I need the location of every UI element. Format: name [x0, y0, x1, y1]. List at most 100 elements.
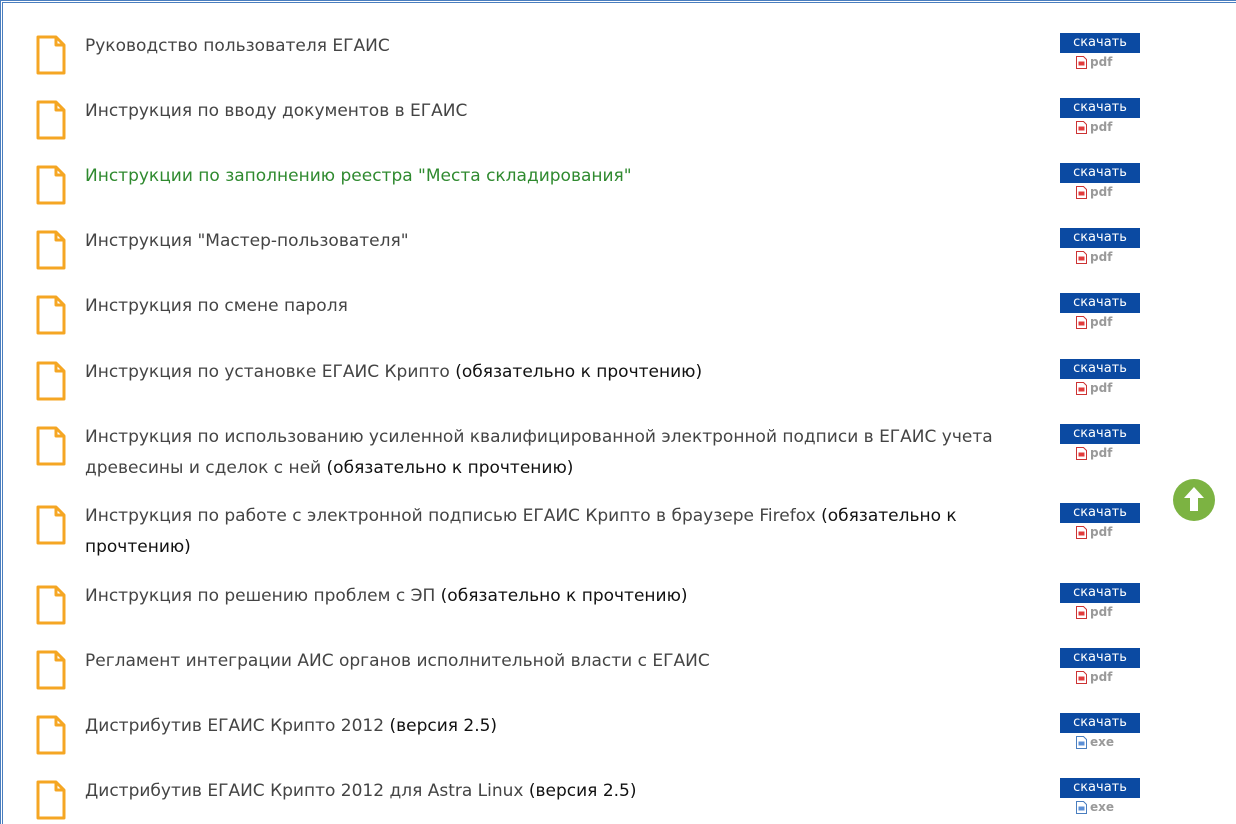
- download-block: скачать exe: [1060, 713, 1140, 750]
- list-item: Инструкция по использованию усиленной кв…: [3, 422, 1236, 486]
- document-note: (версия 2.5): [389, 716, 498, 736]
- filetype-text: pdf: [1090, 381, 1113, 395]
- filetype-text: exe: [1090, 800, 1115, 814]
- list-item: Инструкция по вводу документов в ЕГАИС с…: [3, 96, 1236, 160]
- download-button[interactable]: скачать: [1060, 424, 1140, 444]
- document-title-link[interactable]: Инструкция по вводу документов в ЕГАИС: [85, 96, 1035, 127]
- filetype-text: pdf: [1090, 525, 1113, 539]
- download-button[interactable]: скачать: [1060, 648, 1140, 668]
- document-title-link[interactable]: Инструкция по смене пароля: [85, 291, 1035, 322]
- pdf-file-icon: [1076, 670, 1087, 684]
- document-title-link[interactable]: Инструкция "Мастер-пользователя": [85, 226, 1035, 257]
- list-item: Дистрибутив ЕГАИС Крипто 2012 для Astra …: [3, 776, 1236, 824]
- pdf-file-icon: [1076, 250, 1087, 264]
- document-title-link[interactable]: Инструкция по решению проблем с ЭП (обяз…: [85, 581, 1035, 612]
- document-icon: [36, 230, 66, 270]
- download-block: скачать pdf: [1060, 293, 1140, 330]
- pdf-file-icon: [1076, 185, 1087, 199]
- document-title-text[interactable]: Руководство пользователя ЕГАИС: [85, 36, 390, 56]
- document-title-text[interactable]: Инструкция по работе с электронной подпи…: [85, 506, 816, 526]
- document-list-frame: Руководство пользователя ЕГАИС скачать p…: [0, 0, 1236, 824]
- document-title-link[interactable]: Инструкция по использованию усиленной кв…: [85, 422, 1035, 484]
- download-block: скачать pdf: [1060, 33, 1140, 70]
- filetype-text: pdf: [1090, 120, 1113, 134]
- scroll-to-top-button[interactable]: [1173, 479, 1215, 521]
- document-icon: [36, 35, 66, 75]
- download-block: скачать pdf: [1060, 359, 1140, 396]
- download-block: скачать pdf: [1060, 228, 1140, 265]
- document-title-text[interactable]: Инструкция по вводу документов в ЕГАИС: [85, 101, 467, 121]
- document-title-link[interactable]: Дистрибутив ЕГАИС Крипто 2012 для Astra …: [85, 776, 1035, 807]
- document-title-text[interactable]: Инструкция "Мастер-пользователя": [85, 231, 409, 251]
- document-title-text[interactable]: Инструкции по заполнению реестра "Места …: [85, 166, 632, 186]
- list-item: Инструкции по заполнению реестра "Места …: [3, 161, 1236, 225]
- download-block: скачать pdf: [1060, 163, 1140, 200]
- download-button[interactable]: скачать: [1060, 33, 1140, 53]
- download-button[interactable]: скачать: [1060, 583, 1140, 603]
- download-block: скачать pdf: [1060, 648, 1140, 685]
- pdf-file-icon: [1076, 120, 1087, 134]
- filetype-label: pdf: [1076, 380, 1140, 396]
- document-title-text[interactable]: Инструкция по смене пароля: [85, 296, 348, 316]
- filetype-label: pdf: [1076, 249, 1140, 265]
- document-icon: [36, 165, 66, 205]
- document-icon: [36, 426, 66, 466]
- document-icon: [36, 780, 66, 820]
- download-button[interactable]: скачать: [1060, 713, 1140, 733]
- pdf-file-icon: [1076, 525, 1087, 539]
- list-item: Дистрибутив ЕГАИС Крипто 2012 (версия 2.…: [3, 711, 1236, 775]
- download-block: скачать exe: [1060, 778, 1140, 815]
- document-title-link[interactable]: Дистрибутив ЕГАИС Крипто 2012 (версия 2.…: [85, 711, 1035, 742]
- filetype-label: pdf: [1076, 54, 1140, 70]
- filetype-label: pdf: [1076, 445, 1140, 461]
- filetype-text: pdf: [1090, 55, 1113, 69]
- document-note: (обязательно к прочтению): [440, 586, 688, 606]
- document-note: (обязательно к прочтению): [326, 458, 574, 478]
- download-block: скачать pdf: [1060, 583, 1140, 620]
- list-item: Руководство пользователя ЕГАИС скачать p…: [3, 31, 1236, 95]
- filetype-text: pdf: [1090, 315, 1113, 329]
- filetype-text: pdf: [1090, 670, 1113, 684]
- document-title-link[interactable]: Руководство пользователя ЕГАИС: [85, 31, 1035, 62]
- pdf-file-icon: [1076, 315, 1087, 329]
- download-button[interactable]: скачать: [1060, 359, 1140, 379]
- document-icon: [36, 715, 66, 755]
- download-button[interactable]: скачать: [1060, 293, 1140, 313]
- filetype-text: pdf: [1090, 446, 1113, 460]
- filetype-text: pdf: [1090, 605, 1113, 619]
- document-note: (версия 2.5): [528, 781, 637, 801]
- document-title-link[interactable]: Инструкции по заполнению реестра "Места …: [85, 161, 1035, 192]
- download-block: скачать pdf: [1060, 503, 1140, 540]
- document-title-link[interactable]: Инструкция по работе с электронной подпи…: [85, 501, 1035, 563]
- filetype-label: exe: [1076, 734, 1140, 750]
- document-icon: [36, 295, 66, 335]
- pdf-file-icon: [1076, 605, 1087, 619]
- list-item: Инструкция по смене пароля скачать pdf: [3, 291, 1236, 355]
- document-title-text[interactable]: Регламент интеграции АИС органов исполни…: [85, 651, 710, 671]
- list-item: Инструкция "Мастер-пользователя" скачать…: [3, 226, 1236, 290]
- exe-file-icon: [1076, 735, 1087, 749]
- download-button[interactable]: скачать: [1060, 163, 1140, 183]
- download-button[interactable]: скачать: [1060, 98, 1140, 118]
- filetype-label: pdf: [1076, 604, 1140, 620]
- document-title-text[interactable]: Инструкция по установке ЕГАИС Крипто: [85, 362, 450, 382]
- download-button[interactable]: скачать: [1060, 503, 1140, 523]
- document-icon: [36, 361, 66, 401]
- filetype-label: pdf: [1076, 184, 1140, 200]
- download-button[interactable]: скачать: [1060, 778, 1140, 798]
- document-title-text[interactable]: Инструкция по решению проблем с ЭП: [85, 586, 435, 606]
- filetype-label: pdf: [1076, 669, 1140, 685]
- exe-file-icon: [1076, 800, 1087, 814]
- document-title-text[interactable]: Дистрибутив ЕГАИС Крипто 2012: [85, 716, 384, 736]
- document-icon: [36, 585, 66, 625]
- download-button[interactable]: скачать: [1060, 228, 1140, 248]
- document-icon: [36, 100, 66, 140]
- document-title-link[interactable]: Инструкция по установке ЕГАИС Крипто (об…: [85, 357, 1035, 388]
- list-item: Инструкция по установке ЕГАИС Крипто (об…: [3, 357, 1236, 421]
- document-icon: [36, 505, 66, 545]
- document-icon: [36, 650, 66, 690]
- list-item: Инструкция по решению проблем с ЭП (обяз…: [3, 581, 1236, 645]
- document-title-text[interactable]: Дистрибутив ЕГАИС Крипто 2012 для Astra …: [85, 781, 523, 801]
- document-title-link[interactable]: Регламент интеграции АИС органов исполни…: [85, 646, 1035, 677]
- list-item: Регламент интеграции АИС органов исполни…: [3, 646, 1236, 710]
